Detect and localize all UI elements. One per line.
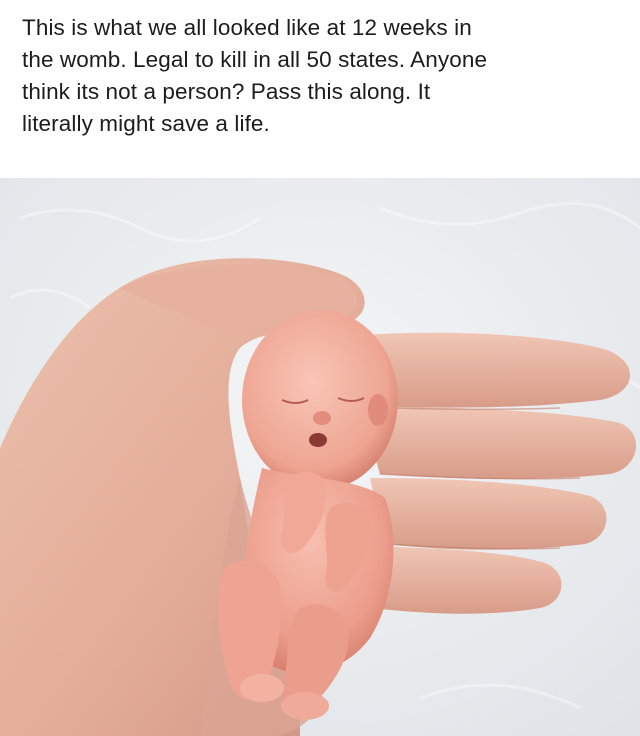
photo (0, 178, 640, 736)
fetus-foot (240, 674, 284, 702)
meme-post: This is what we all looked like at 12 we… (0, 0, 640, 736)
fetus-nose (313, 411, 331, 425)
fetus-ear (368, 394, 388, 426)
caption-text: This is what we all looked like at 12 we… (22, 15, 488, 136)
fetus-foot (281, 692, 329, 720)
photo-illustration (0, 178, 640, 736)
fetus-mouth (309, 433, 327, 447)
